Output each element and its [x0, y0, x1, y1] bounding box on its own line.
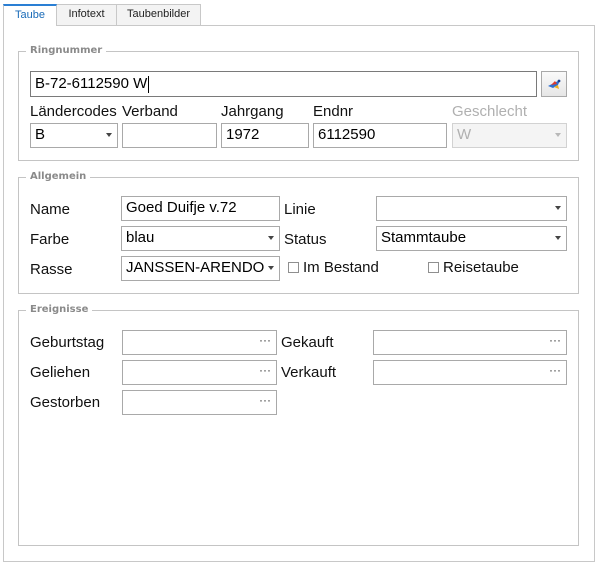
group-ringnummer-legend: Ringnummer: [26, 45, 107, 57]
geliehen-date-input[interactable]: ···: [122, 360, 277, 385]
ellipsis-icon[interactable]: ···: [549, 361, 561, 381]
tab-infotext[interactable]: Infotext: [56, 4, 117, 25]
ringnummer-input[interactable]: B-72-6112590 W: [30, 71, 537, 97]
chevron-down-icon: [555, 206, 561, 210]
group-ereignisse-legend: Ereignisse: [26, 304, 93, 316]
rasse-select[interactable]: JANSSEN-ARENDO: [121, 256, 280, 281]
group-allgemein-legend: Allgemein: [26, 171, 91, 183]
name-label: Name: [30, 201, 71, 218]
im-bestand-checkbox[interactable]: [288, 262, 299, 273]
laendercodes-label: Ländercodes: [30, 103, 117, 120]
ellipsis-icon[interactable]: ···: [259, 391, 271, 411]
reisetaube-checkbox[interactable]: [428, 262, 439, 273]
name-input[interactable]: Goed Duifje v.72: [121, 196, 280, 221]
geliehen-label: Geliehen: [30, 364, 91, 381]
text-cursor: [148, 75, 150, 93]
verkauft-date-input[interactable]: ···: [373, 360, 567, 385]
ellipsis-icon[interactable]: ···: [259, 331, 271, 351]
tab-taube[interactable]: Taube: [3, 4, 57, 26]
linie-label: Linie: [284, 201, 316, 218]
chevron-down-icon: [268, 266, 274, 270]
chevron-down-icon: [106, 133, 112, 137]
verkauft-label: Verkauft: [281, 364, 337, 381]
linie-select[interactable]: [376, 196, 567, 221]
geschlecht-select: W: [452, 123, 567, 148]
pigeon-lookup-button[interactable]: [541, 71, 567, 97]
reisetaube-label: Reisetaube: [443, 259, 519, 276]
gestorben-date-input[interactable]: ···: [122, 390, 277, 415]
geburtstag-date-input[interactable]: ···: [122, 330, 277, 355]
pigeon-lookup-icon: [546, 76, 563, 98]
chevron-down-icon: [555, 236, 561, 240]
chevron-down-icon: [268, 236, 274, 240]
ellipsis-icon[interactable]: ···: [549, 331, 561, 351]
verband-input[interactable]: [122, 123, 217, 148]
jahrgang-input[interactable]: 1972: [221, 123, 309, 148]
gekauft-label: Gekauft: [281, 334, 334, 351]
tab-taubenbilder[interactable]: Taubenbilder: [116, 4, 201, 25]
ellipsis-icon[interactable]: ···: [259, 361, 271, 381]
verband-label: Verband: [122, 103, 178, 120]
jahrgang-label: Jahrgang: [221, 103, 284, 120]
endnr-label: Endnr: [313, 103, 354, 120]
im-bestand-label: Im Bestand: [303, 259, 379, 276]
gestorben-label: Gestorben: [30, 394, 101, 411]
endnr-input[interactable]: 6112590: [313, 123, 447, 148]
gekauft-date-input[interactable]: ···: [373, 330, 567, 355]
status-select[interactable]: Stammtaube: [376, 226, 567, 251]
chevron-down-icon: [555, 133, 561, 137]
laendercodes-select[interactable]: B: [30, 123, 118, 148]
geschlecht-label: Geschlecht: [452, 103, 528, 120]
geburtstag-label: Geburtstag: [30, 334, 105, 351]
rasse-label: Rasse: [30, 261, 73, 278]
status-label: Status: [284, 231, 327, 248]
farbe-select[interactable]: blau: [121, 226, 280, 251]
farbe-label: Farbe: [30, 231, 70, 248]
